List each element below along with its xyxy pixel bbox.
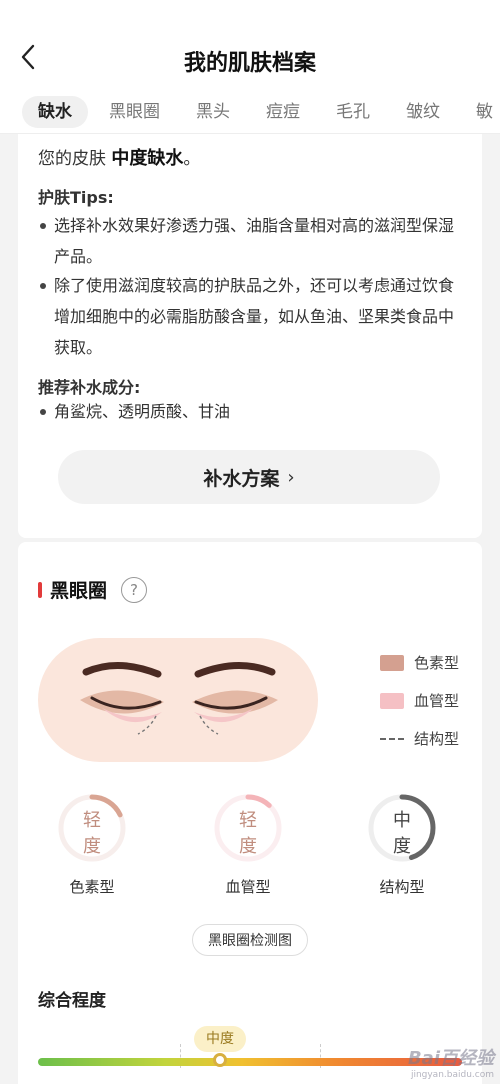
tab-item[interactable]: 毛孔 bbox=[321, 96, 385, 128]
tab-item[interactable]: 黑眼圈 bbox=[94, 96, 175, 128]
gauge-label: 结构型 bbox=[379, 878, 425, 896]
legend-swatch bbox=[380, 654, 404, 671]
tip-item: 选择补水效果好渗透力强、油脂含量相对高的滋润型保湿产品。 bbox=[40, 210, 460, 272]
header: 我的肌肤档案 bbox=[0, 0, 500, 90]
tab-item[interactable]: 敏 bbox=[461, 96, 500, 128]
dark-circles-title: 黑眼圈 bbox=[50, 580, 108, 602]
summary-prefix: 您的皮肤 bbox=[38, 149, 112, 169]
gauge-level-line: 度 bbox=[239, 836, 257, 857]
plan-button-label: 补水方案 bbox=[203, 467, 280, 490]
gauge-level: 中 度 bbox=[366, 808, 438, 860]
overall-level-badge: 中度 bbox=[194, 1026, 246, 1052]
chevron-right-icon: › bbox=[287, 466, 295, 488]
hydration-card: 您的皮肤 中度缺水。 护肤Tips: 选择补水效果好渗透力强、油脂含量相对高的滋… bbox=[18, 134, 482, 538]
legend-item-pigment: 色素型 bbox=[380, 652, 459, 673]
gauge-pigment: 轻 度 色素型 bbox=[56, 792, 136, 922]
dark-circles-header: 黑眼圈 ? bbox=[38, 576, 148, 603]
gauge-level: 轻 度 bbox=[56, 808, 128, 860]
legend-item-structural: 结构型 bbox=[380, 728, 459, 749]
watermark: Bai百经验 jingyan.baidu.com bbox=[374, 1044, 494, 1080]
gauge-level-line: 度 bbox=[83, 836, 101, 857]
gauge-level-line: 轻 bbox=[83, 810, 101, 831]
help-icon[interactable]: ? bbox=[121, 576, 148, 603]
watermark-url: jingyan.baidu.com bbox=[410, 1070, 494, 1080]
tab-item[interactable]: 缺水 bbox=[22, 95, 88, 128]
gauge-level: 轻 度 bbox=[212, 808, 284, 860]
legend-item-vascular: 血管型 bbox=[380, 690, 459, 711]
skin-summary: 您的皮肤 中度缺水。 bbox=[38, 144, 200, 170]
page-title: 我的肌肤档案 bbox=[183, 51, 316, 76]
gauge-level-line: 轻 bbox=[239, 810, 257, 831]
gauge-level-line: 度 bbox=[393, 836, 411, 857]
tips-heading: 护肤Tips: bbox=[38, 188, 114, 207]
section-marker bbox=[38, 581, 42, 598]
tip-item: 除了使用滋润度较高的护肤品之外，还可以考虑通过饮食增加细胞中的必需脂肪酸含量，如… bbox=[40, 270, 460, 363]
summary-suffix: 。 bbox=[183, 149, 201, 169]
watermark-brand: Bai百经验 bbox=[407, 1048, 494, 1069]
gauge-level-line: 中 bbox=[393, 810, 411, 831]
gauge-label: 色素型 bbox=[69, 878, 115, 896]
gauge-structural: 中 度 结构型 bbox=[366, 792, 446, 922]
legend-label: 结构型 bbox=[414, 730, 460, 748]
tab-bar: 缺水 黑眼圈 黑头 痘痘 毛孔 皱纹敏 bbox=[0, 90, 500, 134]
gauge-label: 血管型 bbox=[225, 878, 271, 896]
gauge-vascular: 轻 度 血管型 bbox=[212, 792, 292, 922]
ingredients-heading: 推荐补水成分: bbox=[38, 378, 141, 397]
legend-swatch bbox=[380, 692, 404, 709]
tab-item[interactable]: 痘痘 bbox=[251, 96, 315, 128]
dark-circles-card: 黑眼圈 ? 色素型 血管型 结构型 轻 度 色素型 轻 度 血管型 中 度 结构… bbox=[18, 542, 482, 1084]
eye-illustration bbox=[38, 638, 318, 762]
detection-image-button[interactable]: 黑眼圈检测图 bbox=[192, 924, 308, 956]
ingredients-item: 角鲨烷、透明质酸、甘油 bbox=[40, 396, 460, 427]
legend-label: 色素型 bbox=[414, 654, 460, 672]
legend-dash bbox=[380, 737, 404, 740]
tab-item[interactable]: 黑头 bbox=[181, 96, 245, 128]
summary-level: 中度缺水 bbox=[111, 148, 184, 169]
tab-item[interactable]: 皱纹 bbox=[391, 96, 455, 128]
overall-heading: 综合程度 bbox=[38, 991, 106, 1011]
hydration-plan-button[interactable]: 补水方案 › bbox=[58, 450, 440, 504]
legend-label: 血管型 bbox=[414, 692, 460, 710]
